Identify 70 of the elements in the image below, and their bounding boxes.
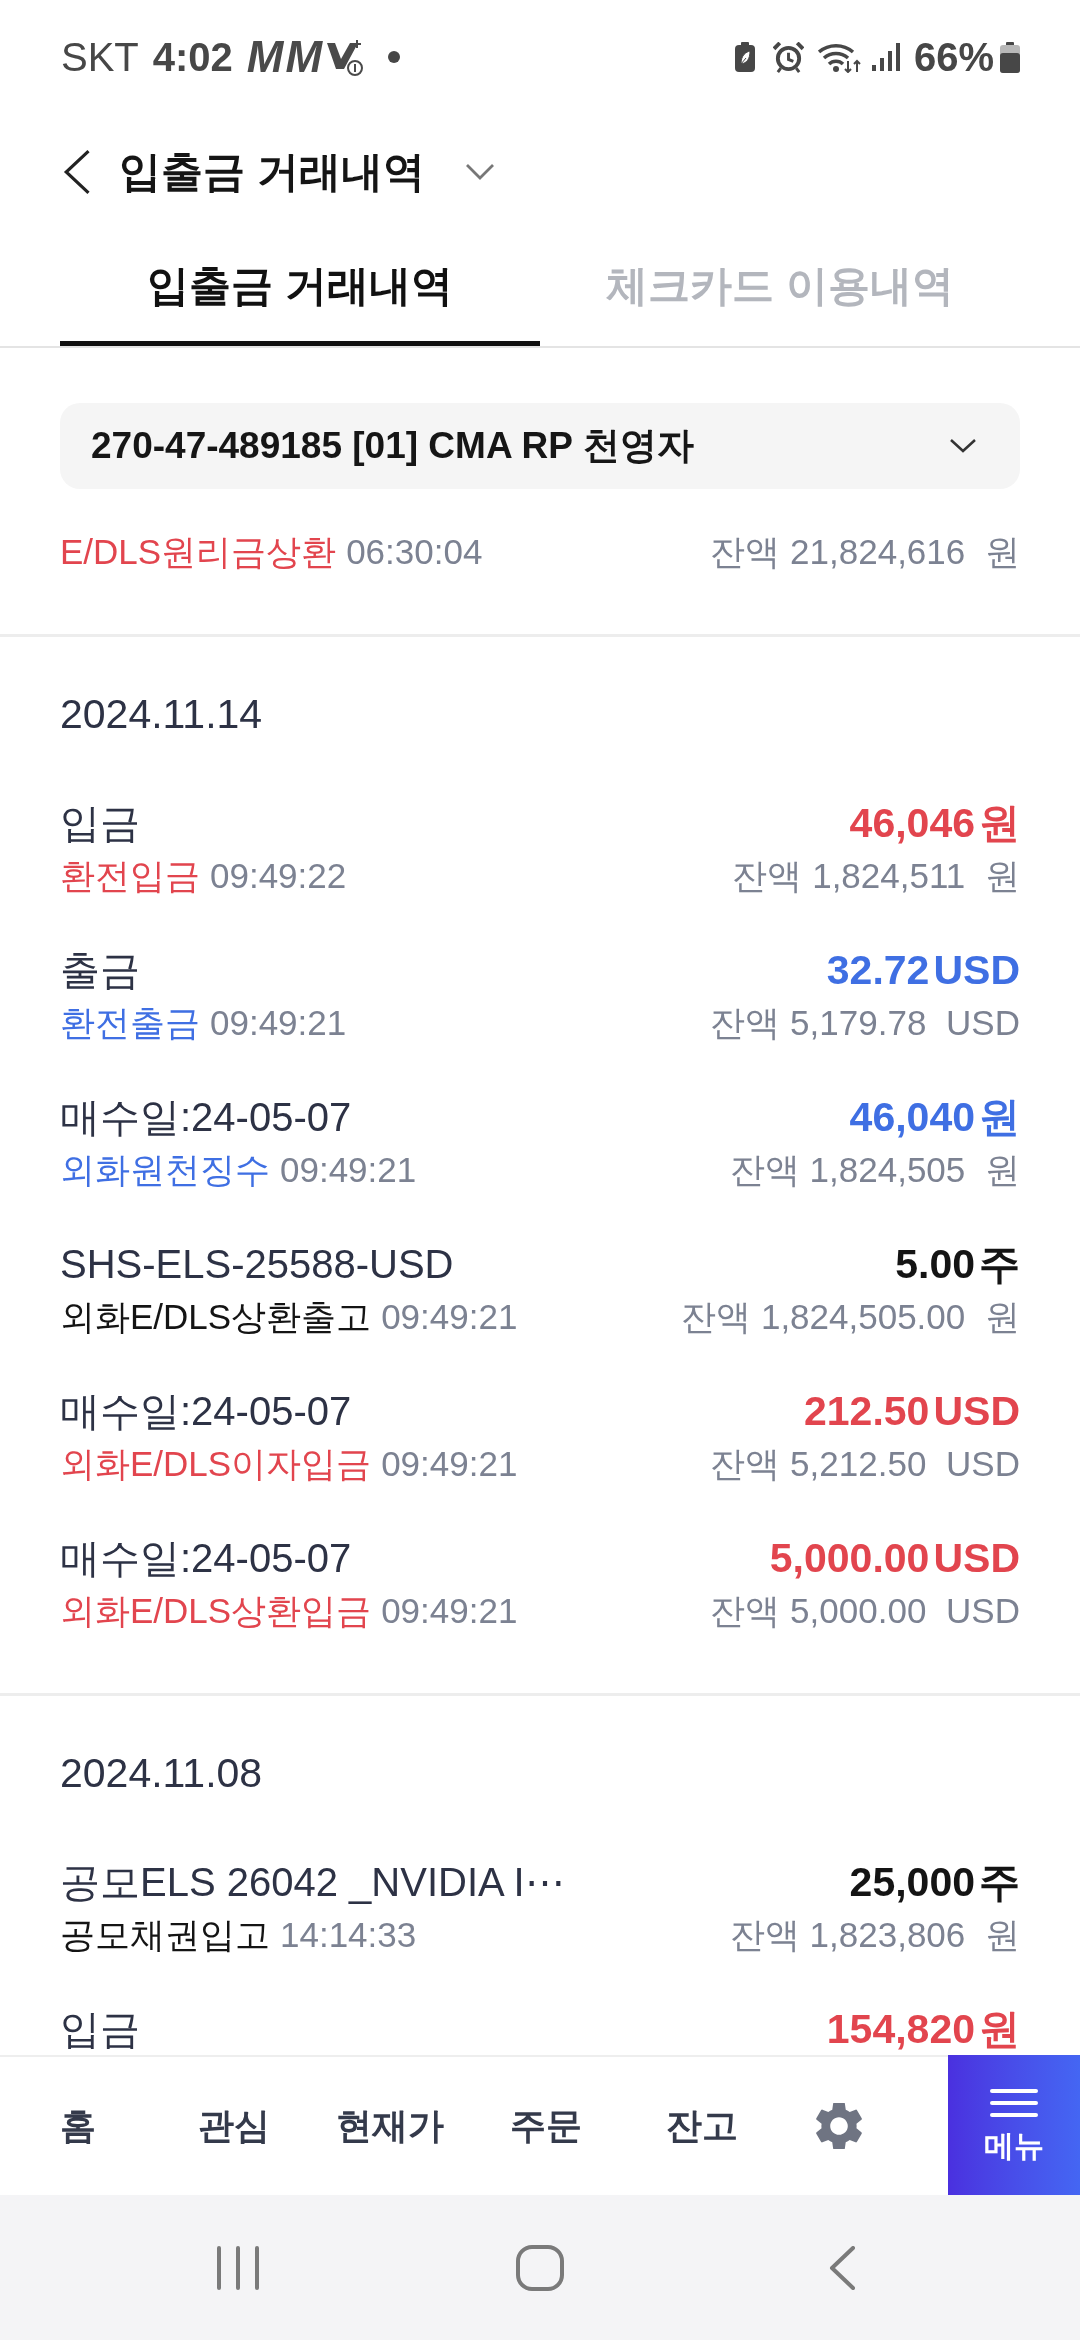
transaction-title: 입금 (60, 2006, 140, 2053)
transaction-amount: 154,820원 (826, 2004, 1020, 2054)
clock-text: 4:02 (152, 37, 233, 77)
battery-percent-text: 66% (913, 37, 994, 77)
transaction-type: 환전출금 (60, 1004, 200, 1040)
carrier-text: SKT (61, 37, 139, 77)
transaction-amount: 46,046원 (849, 798, 1020, 848)
transaction-title: 출금 (60, 947, 140, 994)
nav-tab[interactable]: 관심 (156, 2057, 312, 2195)
app-notification-icon: M (246, 35, 284, 79)
settings-icon[interactable] (816, 2103, 862, 2149)
wifi-icon (817, 41, 862, 73)
alarm-icon (772, 41, 804, 73)
back-icon[interactable] (62, 149, 92, 195)
transaction-type: 외화원천징수 (60, 1151, 270, 1187)
nav-tab[interactable]: 홈 (0, 2057, 156, 2195)
transaction-time: 14:14:33 (280, 1916, 417, 1952)
page-title: 입출금 거래내역 (119, 151, 425, 193)
recent-apps-icon[interactable] (217, 2245, 259, 2290)
date-header: 2024.11.08 (60, 1748, 263, 1798)
menu-icon (990, 2089, 1038, 2117)
nav-tab[interactable]: 현재가 (312, 2057, 468, 2195)
balance-text: 잔액 5,000.00 USD (710, 1589, 1020, 1632)
transaction-type: 외화E/DLS상환출고 (60, 1298, 372, 1334)
home-icon[interactable] (516, 2244, 564, 2291)
balance-text: 잔액 21,824,616 원 (710, 530, 1020, 573)
transaction-time: 09:49:21 (280, 1151, 417, 1187)
transaction-type: 외화E/DLS상환입금 (60, 1592, 372, 1628)
chevron-down-icon (949, 438, 977, 454)
tab[interactable]: 입출금 거래내역 (60, 230, 540, 346)
nav-tab[interactable]: 잔고 (624, 2057, 780, 2195)
nav-tab[interactable]: 주문 (468, 2057, 624, 2195)
signal-icon (871, 43, 900, 71)
dropdown-chevron-icon[interactable] (464, 163, 495, 181)
transaction-amount: 32.72USD (826, 945, 1020, 995)
transaction-time: 09:49:21 (381, 1445, 518, 1481)
menu-button[interactable]: 메뉴 (948, 2055, 1080, 2195)
transaction-amount: 46,040원 (849, 1092, 1020, 1142)
balance-text: 잔액 5,179.78 USD (710, 1001, 1020, 1044)
transaction-amount: 5.00주 (895, 1239, 1020, 1289)
transaction-amount: 212.50USD (804, 1386, 1020, 1436)
transaction-title: SHS-ELS-25588-USD (60, 1241, 454, 1288)
transaction-type: 외화E/DLS이자입금 (60, 1445, 372, 1481)
app-notification-icon (324, 37, 365, 77)
transaction-title: 입금 (60, 800, 140, 847)
transaction-title: 매수일:24-05-07 (60, 1094, 352, 1141)
balance-text: 잔액 1,823,806 원 (729, 1913, 1020, 1956)
transaction-amount: 5,000.00USD (769, 1533, 1020, 1583)
transaction-title: 공모ELS 26042 _NVIDIA I⋯ (60, 1859, 565, 1906)
transaction-time: 06:30:04 (346, 533, 483, 569)
battery-icon (1000, 41, 1020, 73)
balance-text: 잔액 1,824,505 원 (729, 1148, 1020, 1191)
date-header: 2024.11.14 (60, 689, 263, 739)
transaction-title: 매수일:24-05-07 (60, 1388, 352, 1435)
account-dropdown[interactable]: 270-47-489185 [01] CMA RP 천영자 (60, 403, 1020, 489)
transaction-title: 매수일:24-05-07 (60, 1535, 352, 1582)
transaction-time: 09:49:21 (381, 1298, 518, 1334)
balance-text: 잔액 1,824,511 원 (732, 854, 1020, 897)
transaction-type: 공모채권입고 (60, 1916, 270, 1952)
transaction-time: 09:49:21 (381, 1592, 518, 1628)
balance-text: 잔액 5,212.50 USD (710, 1442, 1020, 1485)
transaction-time: 09:49:21 (210, 1004, 347, 1040)
transaction-amount: 25,000주 (849, 1857, 1020, 1907)
battery-saver-icon (734, 42, 755, 72)
transaction-time: 09:49:22 (210, 857, 347, 893)
transaction-type: 환전입금 (60, 857, 200, 893)
more-notifications-icon (388, 51, 401, 63)
transaction-type: E/DLS원리금상환 (60, 533, 337, 569)
balance-text: 잔액 1,824,505.00 원 (681, 1295, 1020, 1338)
app-notification-icon: M (285, 35, 323, 79)
